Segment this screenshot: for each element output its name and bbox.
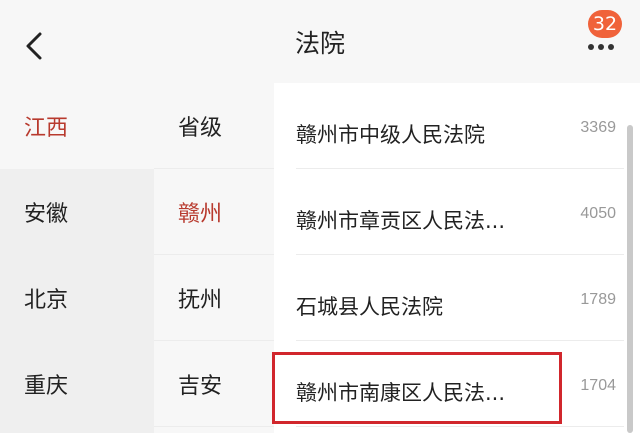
notification-badge: 32 [588, 10, 622, 38]
court-name: 赣州市南康区人民法... [296, 381, 506, 405]
court-name: 赣州市中级人民法院 [296, 123, 485, 147]
court-name: 赣州市章贡区人民法... [296, 209, 506, 233]
province-item-beijing[interactable]: 北京 [0, 255, 154, 341]
page-title: 法院 [294, 29, 345, 58]
court-count: 1789 [580, 291, 616, 308]
court-row[interactable]: 石城县人民法院 1789 [296, 255, 624, 341]
province-item-anhui[interactable]: 安徽 [0, 169, 154, 255]
more-dots-icon [588, 44, 614, 50]
court-name: 石城县人民法院 [296, 295, 443, 319]
scrollbar[interactable] [627, 125, 633, 433]
city-item-provincial[interactable]: 省级 [154, 83, 274, 169]
city-item-fuzhou[interactable]: 抚州 [154, 255, 274, 341]
city-list: 省级 赣州 抚州 吉安 [154, 83, 274, 433]
court-count: 4050 [580, 205, 616, 222]
court-row[interactable]: 赣州市南康区人民法... 1704 [296, 341, 624, 427]
province-item-chongqing[interactable]: 重庆 [0, 341, 154, 427]
city-item-jian[interactable]: 吉安 [154, 341, 274, 427]
header-bar: 法院 32 [0, 0, 640, 83]
province-list: 江西 安徽 北京 重庆 [0, 83, 154, 433]
city-item-ganzhou[interactable]: 赣州 [154, 169, 274, 255]
court-count: 3369 [580, 119, 616, 136]
province-item-jiangxi[interactable]: 江西 [0, 83, 154, 169]
court-count: 1704 [580, 377, 616, 394]
court-row[interactable]: 赣州市中级人民法院 3369 [296, 83, 624, 169]
court-list: 赣州市中级人民法院 3369 赣州市章贡区人民法... 4050 石城县人民法院… [274, 83, 640, 433]
court-row[interactable]: 赣州市章贡区人民法... 4050 [296, 169, 624, 255]
